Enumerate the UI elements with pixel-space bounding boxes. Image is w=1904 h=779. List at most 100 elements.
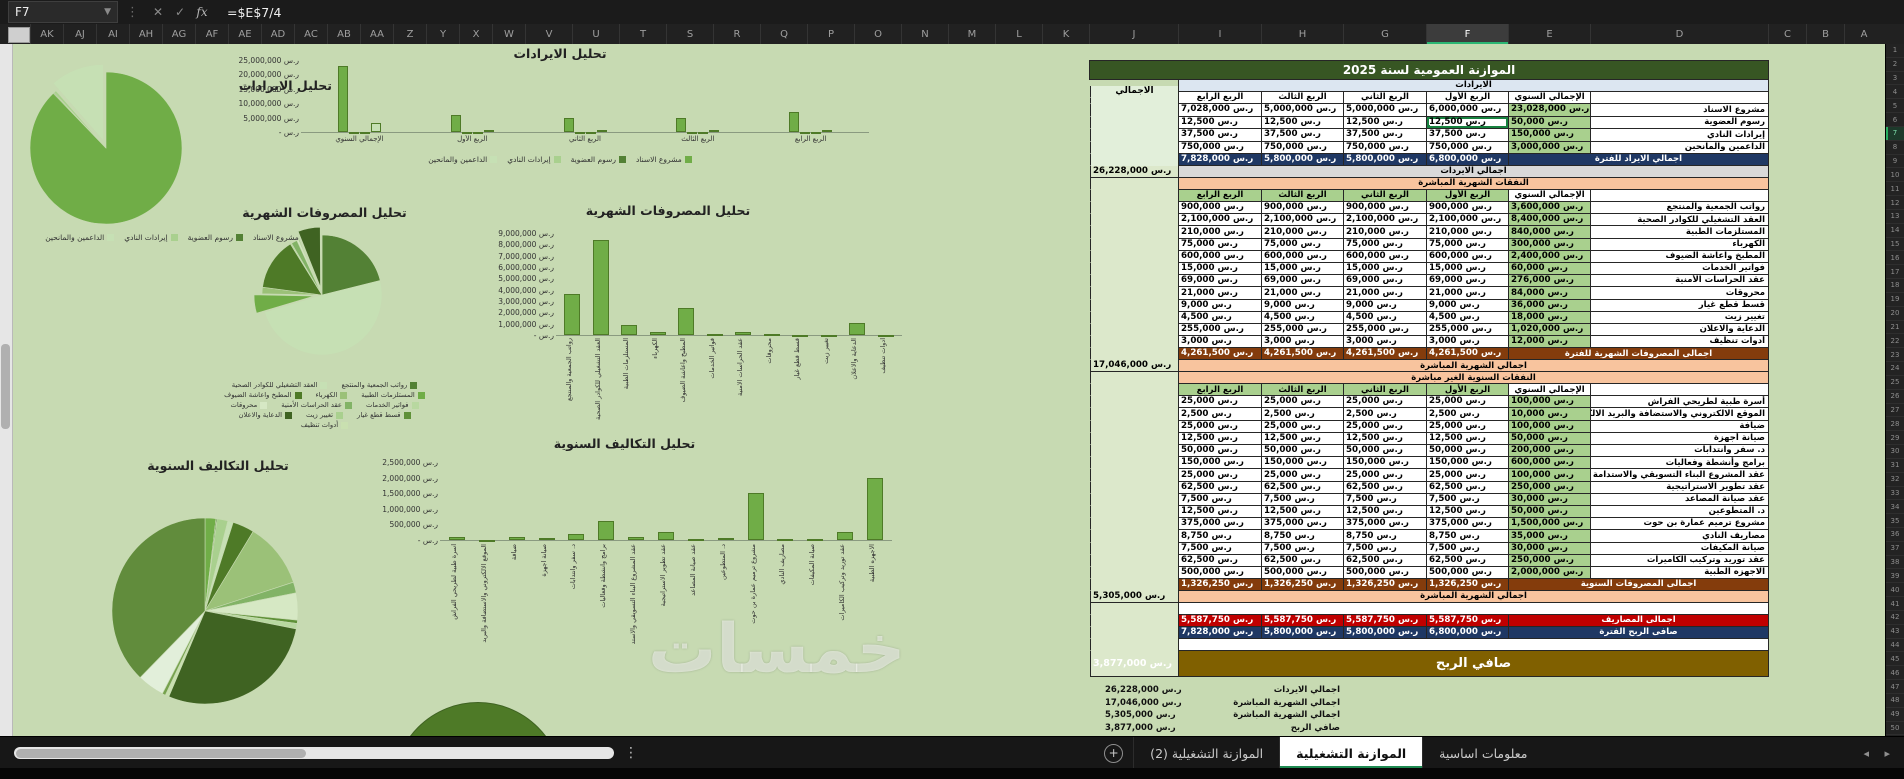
quarter-value[interactable]: ر.س 500,000 <box>1343 566 1426 580</box>
quarter-value[interactable]: ر.س 37,500 <box>1426 129 1508 142</box>
row-label[interactable]: رسوم العضوية <box>1590 116 1768 129</box>
bar[interactable] <box>735 331 752 335</box>
total-col[interactable] <box>1090 457 1178 470</box>
row-label[interactable]: المستلزمات الطبية <box>1590 226 1768 239</box>
total-col[interactable] <box>1090 396 1178 409</box>
yearly-period-total[interactable]: ر.س 1,326,250 <box>1178 579 1261 592</box>
row-label[interactable]: مشروع الاسناد <box>1590 104 1768 117</box>
quarter-header[interactable]: الربع الرابع <box>1178 190 1261 202</box>
total-col[interactable] <box>1090 214 1178 227</box>
quarter-value[interactable]: ر.س 500,000 <box>1261 566 1343 580</box>
total-col[interactable] <box>1090 469 1178 482</box>
quarter-value[interactable]: ر.س 8,750 <box>1261 530 1343 543</box>
total-col[interactable] <box>1090 493 1178 506</box>
column-header-F[interactable]: F <box>1426 24 1508 44</box>
quarter-value[interactable]: ر.س 12,500 <box>1343 505 1426 519</box>
quarter-value[interactable]: ر.س 69,000 <box>1261 275 1343 288</box>
quarter-value[interactable]: ر.س 25,000 <box>1343 396 1426 409</box>
total-col[interactable] <box>1090 348 1178 361</box>
row-header-43[interactable]: 43 <box>1886 625 1904 639</box>
quarter-value[interactable]: ر.س 3,000 <box>1426 336 1508 349</box>
revenue-period-total[interactable]: ر.س 5,800,000 <box>1343 154 1426 166</box>
quarter-value[interactable]: ر.س 255,000 <box>1426 323 1508 337</box>
quarter-value[interactable]: ر.س 255,000 <box>1261 323 1343 337</box>
net-period[interactable]: ر.س 7,828,000 <box>1178 627 1261 640</box>
column-header-S[interactable]: S <box>666 24 713 44</box>
column-header-AE[interactable]: AE <box>228 24 261 44</box>
total-col[interactable] <box>1090 505 1178 519</box>
quarter-value[interactable]: ر.س 62,500 <box>1178 554 1261 567</box>
yearly-period-total[interactable]: ر.س 1,326,250 <box>1426 579 1508 592</box>
row-header-26[interactable]: 26 <box>1886 390 1904 404</box>
row-header-29[interactable]: 29 <box>1886 431 1904 446</box>
scrollbar-options-icon[interactable]: ⋮ <box>624 745 638 761</box>
row-label[interactable]: الكهرباء <box>1590 238 1768 251</box>
row-header-34[interactable]: 34 <box>1886 500 1904 515</box>
yearly-period-total[interactable]: ر.س 1,326,250 <box>1343 579 1426 592</box>
bar[interactable] <box>709 129 720 132</box>
column-header-E[interactable]: E <box>1508 24 1590 44</box>
quarter-value[interactable]: ر.س 600,000 <box>1261 250 1343 263</box>
row-header-18[interactable]: 18 <box>1886 279 1904 293</box>
row-header-33[interactable]: 33 <box>1886 487 1904 501</box>
row-header-14[interactable]: 14 <box>1886 224 1904 238</box>
quarter-value[interactable]: ر.س 7,028,000 <box>1178 104 1261 117</box>
bar[interactable] <box>837 532 854 540</box>
sheet-tab-inactive[interactable]: الموازنة التشغيلية (2) <box>1133 737 1279 769</box>
monthly-grand-value[interactable]: ر.س 17,046,000 <box>1090 360 1178 373</box>
row-header-8[interactable]: 8 <box>1886 141 1904 155</box>
quarter-value[interactable]: ر.س 21,000 <box>1426 287 1508 300</box>
annual-value[interactable]: ر.س 3,600,000 <box>1508 202 1590 215</box>
quarter-value[interactable]: ر.س 62,500 <box>1343 481 1426 494</box>
spacer[interactable] <box>1178 639 1768 652</box>
annual-header[interactable]: الإجمالي السنوي <box>1508 384 1590 397</box>
quarter-header[interactable]: الربع الثالث <box>1261 190 1343 202</box>
bar[interactable] <box>596 129 607 132</box>
quarter-value[interactable]: ر.س 25,000 <box>1261 396 1343 409</box>
total-col[interactable] <box>1090 226 1178 239</box>
tab-scroll-arrows-icon[interactable]: ◂ ▸ <box>1863 747 1896 760</box>
bar[interactable] <box>598 521 615 540</box>
quarter-value[interactable]: ر.س 12,500 <box>1261 505 1343 519</box>
bar[interactable] <box>777 538 794 541</box>
header-empty[interactable] <box>1590 190 1768 202</box>
bar[interactable] <box>574 131 585 134</box>
quarter-value[interactable]: ر.س 25,000 <box>1178 396 1261 409</box>
quarter-value[interactable]: ر.س 2,100,000 <box>1261 214 1343 227</box>
bar[interactable] <box>568 533 585 540</box>
revenue-bar-chart[interactable]: تحليل الايرادات ر.س 25,000,000 ر.س 20,000,… <box>239 46 875 166</box>
total-col[interactable] <box>1090 420 1178 433</box>
row-header-45[interactable]: 45 <box>1886 652 1904 667</box>
quarter-value[interactable]: ر.س 25,000 <box>1426 396 1508 409</box>
annual-value[interactable]: ر.س 2,000,000 <box>1508 566 1590 580</box>
header-empty[interactable] <box>1590 92 1768 104</box>
quarter-value[interactable]: ر.س 69,000 <box>1178 275 1261 288</box>
quarter-value[interactable]: ر.س 7,500 <box>1261 542 1343 555</box>
total-col[interactable] <box>1090 530 1178 543</box>
row-header-3[interactable]: 3 <box>1886 72 1904 86</box>
row-header-5[interactable]: 5 <box>1886 99 1904 114</box>
row-label[interactable]: تغيير زيت <box>1590 311 1768 324</box>
column-header-AJ[interactable]: AJ <box>63 24 96 44</box>
column-header-AH[interactable]: AH <box>129 24 162 44</box>
quarter-header[interactable]: الربع الثاني <box>1343 384 1426 397</box>
row-header-13[interactable]: 13 <box>1886 210 1904 224</box>
row-header-9[interactable]: 9 <box>1886 155 1904 169</box>
row-label[interactable]: د. سفر وانتدابات <box>1590 445 1768 458</box>
row-header-37[interactable]: 37 <box>1886 542 1904 556</box>
quarter-value[interactable]: ر.س 37,500 <box>1261 129 1343 142</box>
net-period-label[interactable]: صافى الربح الفترة <box>1508 627 1768 640</box>
add-sheet-button[interactable]: + <box>1104 743 1124 763</box>
bar[interactable] <box>877 334 894 337</box>
total-col[interactable] <box>1090 579 1178 592</box>
bar[interactable] <box>678 307 695 335</box>
name-box[interactable]: F7 ▼ <box>8 1 118 23</box>
quarter-value[interactable]: ر.س 12,500 <box>1426 505 1508 519</box>
bar[interactable] <box>687 539 704 542</box>
bar[interactable] <box>820 334 837 337</box>
quarter-value[interactable]: ر.س 4,500 <box>1261 311 1343 324</box>
select-all-corner[interactable] <box>8 27 30 43</box>
annual-value[interactable]: ر.س 250,000 <box>1508 554 1590 567</box>
annual-value[interactable]: ر.س 100,000 <box>1508 420 1590 433</box>
quarter-value[interactable]: ر.س 4,500 <box>1343 311 1426 324</box>
